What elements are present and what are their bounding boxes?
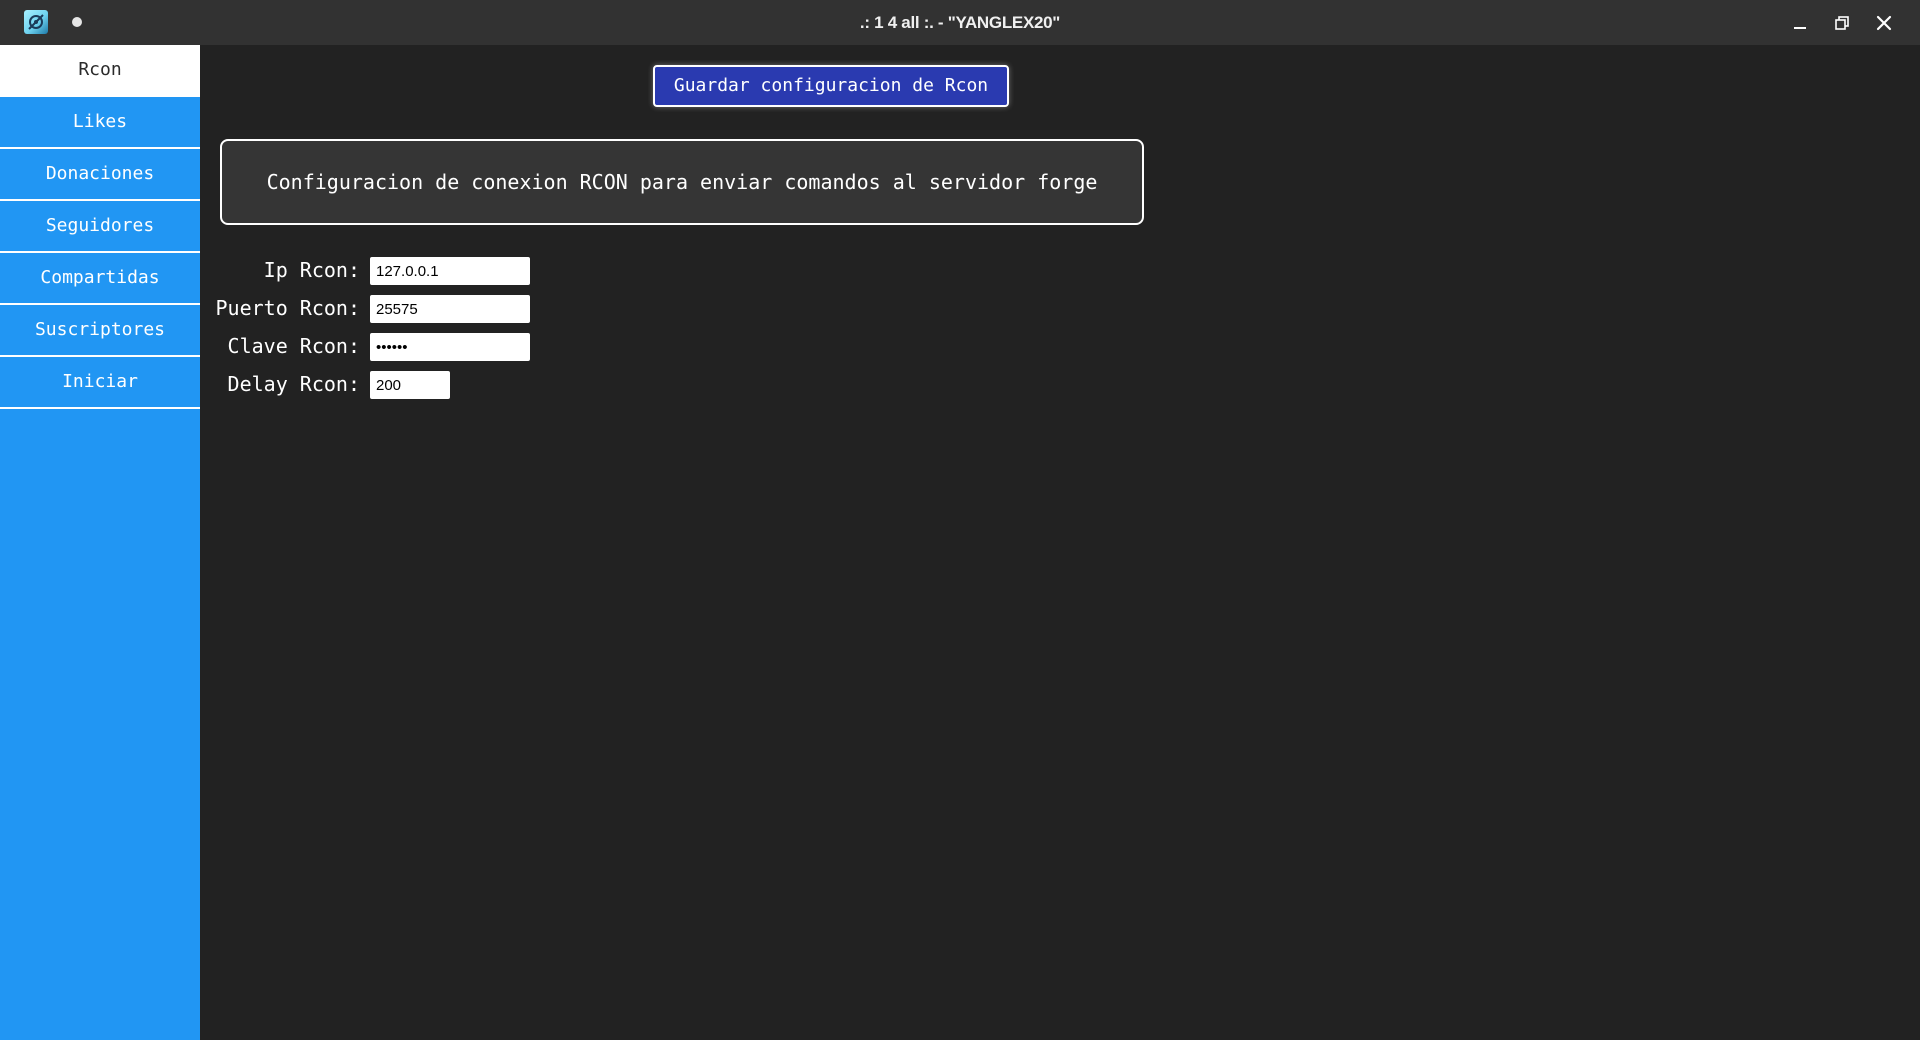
puerto-rcon-label: Puerto Rcon: bbox=[215, 296, 361, 320]
info-text: Configuracion de conexion RCON para envi… bbox=[266, 170, 1098, 194]
delay-rcon-input[interactable] bbox=[370, 371, 450, 399]
close-button[interactable] bbox=[1864, 0, 1904, 45]
info-box: Configuracion de conexion RCON para envi… bbox=[220, 139, 1144, 225]
restore-button[interactable] bbox=[1822, 0, 1862, 45]
sidebar-item-donaciones[interactable]: Donaciones bbox=[0, 149, 200, 201]
sidebar-item-rcon[interactable]: Rcon bbox=[0, 45, 200, 97]
close-icon bbox=[1876, 15, 1892, 30]
delay-rcon-label: Delay Rcon: bbox=[227, 372, 360, 396]
save-rcon-config-button[interactable]: Guardar configuracion de Rcon bbox=[653, 65, 1009, 107]
sidebar-item-suscriptores[interactable]: Suscriptores bbox=[0, 305, 200, 357]
sidebar-item-likes[interactable]: Likes bbox=[0, 97, 200, 149]
title-bar: .: 1 4 all :. - "YANGLEX20" bbox=[0, 0, 1920, 45]
sidebar-item-compartidas[interactable]: Compartidas bbox=[0, 253, 200, 305]
sidebar: Rcon Likes Donaciones Seguidores Compart… bbox=[0, 45, 200, 1040]
ip-rcon-label: Ip Rcon: bbox=[263, 258, 360, 282]
window-title: .: 1 4 all :. - "YANGLEX20" bbox=[859, 13, 1061, 32]
clave-rcon-input[interactable] bbox=[370, 333, 530, 361]
minimize-button[interactable] bbox=[1780, 0, 1820, 45]
clave-rcon-label: Clave Rcon: bbox=[227, 334, 360, 358]
puerto-rcon-input[interactable] bbox=[370, 295, 530, 323]
minimize-icon bbox=[1794, 26, 1806, 29]
main-panel: Guardar configuracion de Rcon Configurac… bbox=[200, 45, 1920, 1040]
sidebar-item-iniciar[interactable]: Iniciar bbox=[0, 357, 200, 409]
ip-rcon-input[interactable] bbox=[370, 257, 530, 285]
sidebar-item-seguidores[interactable]: Seguidores bbox=[0, 201, 200, 253]
restore-icon bbox=[1835, 15, 1849, 30]
